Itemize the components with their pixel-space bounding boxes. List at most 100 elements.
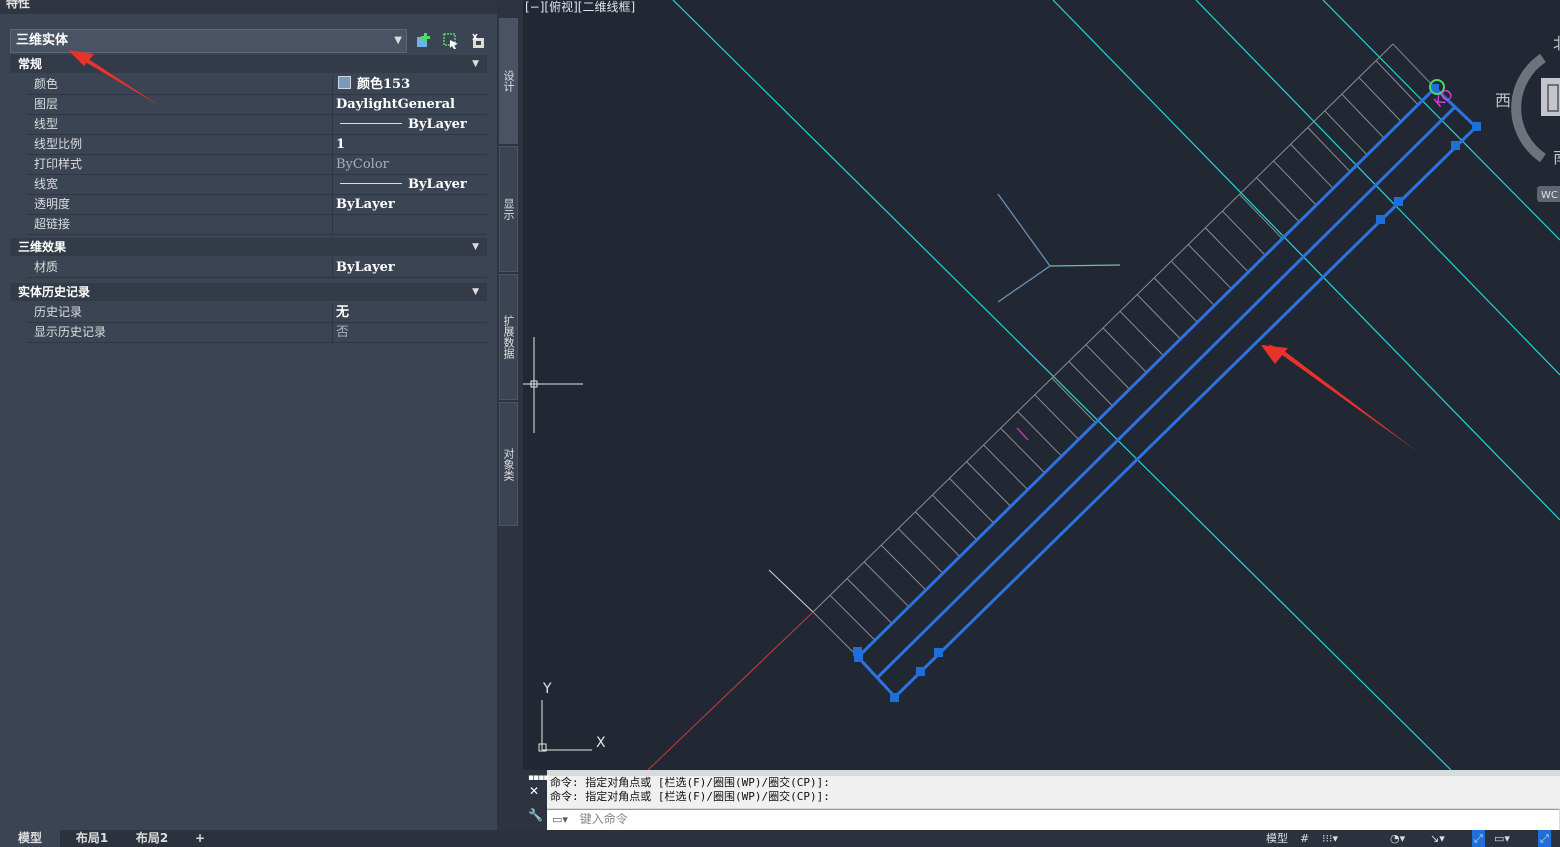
property-row-ltscale[interactable]: 线型比例 1 — [26, 135, 487, 155]
stair-tread-line — [880, 544, 927, 591]
annotation-icon[interactable]: ⤢ — [1538, 830, 1551, 847]
color-swatch-icon — [338, 76, 351, 89]
viewport-controls-label[interactable]: [−][俯视][二维线框] — [525, 0, 635, 15]
stair-tread-line — [1222, 210, 1266, 256]
command-history-line: 命令: 指定对角点或 [栏选(F)/圈围(WP)/圈交(CP)]: — [550, 776, 830, 789]
property-row-linetype[interactable]: 线型 ByLayer — [26, 115, 487, 135]
selected-solid-midline — [876, 105, 1457, 679]
stair-tread-line — [1273, 160, 1317, 206]
property-row-history[interactable]: 历史记录无 — [26, 303, 487, 323]
stair-tread-line — [914, 511, 961, 557]
viewcube-wcs: WC — [1541, 190, 1558, 201]
stair-tread-line — [1034, 394, 1079, 440]
property-row-material[interactable]: 材质 ByLayer — [26, 258, 487, 278]
property-row-hyperlink[interactable]: 超链接 — [26, 215, 487, 235]
edge-line — [812, 43, 1394, 613]
side-tab-design[interactable]: 设计 — [499, 18, 518, 144]
layout-tab-layout2[interactable]: 布局2 — [124, 830, 180, 847]
quick-select-icon[interactable] — [468, 31, 488, 51]
section-solid-history[interactable]: 实体历史记录 ▼ — [10, 283, 487, 301]
stair-hatch — [812, 43, 1436, 658]
palette-titlebar[interactable]: 特性 — [0, 0, 497, 14]
annotation-arrow — [1268, 344, 1418, 452]
edge-line — [1392, 43, 1436, 89]
stair-tread-line — [1375, 60, 1419, 106]
linetype-sample — [340, 123, 402, 124]
grip-handle-icon[interactable]: ▪▪▪▪ — [528, 773, 549, 783]
side-tab-xdata[interactable]: 扩展数据 — [499, 274, 518, 400]
stair-tread-line — [1051, 377, 1096, 424]
stair-tread-line — [1170, 260, 1215, 306]
collapse-icon: ▼ — [472, 287, 479, 297]
command-line-icons: ▪▪▪▪ ✕ 🔧 — [523, 770, 549, 830]
properties-palette: 特性 三维实体 ▼ 常规 ▼ 颜色 颜色153 图层 DaylightGeneral … — [0, 0, 497, 830]
stair-tread-line — [1153, 277, 1198, 323]
palette-side-tabs: 设计 显示 扩展数据 对象类 — [497, 0, 523, 830]
side-tab-display[interactable]: 显示 — [499, 146, 518, 272]
stair-tread-line — [1204, 227, 1249, 273]
stair-tread-line — [1187, 244, 1232, 290]
model-space-button[interactable]: 模型 — [1266, 830, 1288, 847]
command-history: 命令: 指定对角点或 [栏选(F)/圈围(WP)/圈交(CP)]: 命令: 指定… — [547, 776, 1560, 808]
annotation-arrow — [68, 50, 160, 106]
stair-tread-line — [1085, 344, 1130, 390]
stair-tread-line — [1324, 110, 1368, 156]
bottom-bar: 模型 布局1 布局2 + 模型 # ⁝⁝⁝▾ ◔▾ ↘▾ ⤢ ▭▾ ⤢ — [0, 830, 1560, 847]
viewcube-west: 西 — [1495, 91, 1511, 110]
stair-tread-line — [863, 561, 910, 608]
red-axis-line — [647, 611, 814, 770]
stair-tread-line — [897, 528, 944, 574]
palette-title: 特性 — [6, 0, 31, 10]
magenta-tick — [1016, 427, 1029, 441]
stair-tread-line — [1341, 93, 1385, 139]
command-line: ▪▪▪▪ ✕ 🔧 命令: 指定对角点或 [栏选(F)/圈围(WP)/圈交(CP)… — [523, 770, 1560, 830]
stair-tread-line — [983, 444, 1029, 490]
cyan-line — [672, 0, 1452, 770]
property-row-lineweight[interactable]: 线宽 ByLayer — [26, 175, 487, 195]
stair-tread-line — [1119, 310, 1164, 357]
selection-cycling-icon[interactable]: ▭▾ — [1494, 830, 1510, 847]
close-icon[interactable]: ✕ — [529, 784, 539, 798]
stair-tread-line — [829, 594, 876, 641]
ucs-icon-line — [997, 265, 1051, 303]
grid-icon[interactable]: # — [1300, 830, 1309, 847]
select-objects-icon[interactable] — [441, 31, 461, 51]
dynamic-input-icon[interactable]: ⤢ — [1472, 830, 1485, 847]
section-3d-effects[interactable]: 三维效果 ▼ — [10, 238, 487, 256]
layout-tab-model[interactable]: 模型 — [0, 830, 60, 847]
drawing-canvas[interactable]: KO Y X 北 西 南 WC — [523, 0, 1560, 770]
side-tab-object-class[interactable]: 对象类 — [499, 402, 518, 526]
stair-tread-line — [812, 611, 859, 658]
collapse-icon: ▼ — [472, 242, 479, 252]
stair-tread-line — [1068, 361, 1113, 407]
collapse-icon: ▼ — [472, 59, 479, 69]
stair-tread-line — [1290, 143, 1334, 189]
property-row-plotstyle[interactable]: 打印样式 ByColor — [26, 155, 487, 175]
layout-tab-layout1[interactable]: 布局1 — [64, 830, 120, 847]
lineweight-sample — [340, 183, 402, 184]
property-row-transparency[interactable]: 透明度 ByLayer — [26, 195, 487, 215]
drawing-viewport[interactable]: KO Y X 北 西 南 WC [−][俯视][二维线框] — [523, 0, 1560, 770]
toggle-pickadd-icon[interactable] — [414, 31, 434, 51]
stair-tread-line — [1358, 77, 1402, 122]
snap-icon[interactable]: ⁝⁝⁝▾ — [1322, 830, 1338, 847]
stair-tread-line — [1239, 194, 1283, 239]
customize-wrench-icon[interactable]: 🔧 — [528, 808, 543, 822]
cyan-line — [1052, 0, 1560, 521]
stair-tread-line — [966, 461, 1012, 507]
add-layout-button[interactable]: + — [188, 830, 212, 847]
viewcube[interactable]: 北 西 南 WC — [1495, 34, 1560, 202]
ucs-icon-line — [997, 193, 1051, 267]
stair-tread-line — [846, 578, 893, 624]
viewcube-south: 南 — [1553, 148, 1560, 167]
osnap-icon[interactable]: ↘▾ — [1430, 830, 1445, 847]
ucs-icon-line — [1049, 264, 1121, 267]
stair-tread-line — [1307, 127, 1351, 173]
stair-tread-line — [1017, 411, 1063, 457]
command-input[interactable]: ▭▾ 键入命令 — [547, 809, 1559, 830]
command-prompt-icon[interactable]: ▭▾ — [552, 813, 568, 826]
command-history-line: 命令: 指定对角点或 [栏选(F)/圈围(WP)/圈交(CP)]: — [550, 790, 830, 803]
orbit-icon[interactable]: ◔▾ — [1390, 830, 1405, 847]
property-row-show-history[interactable]: 显示历史记录否 — [26, 323, 487, 343]
edge-line — [768, 569, 814, 613]
